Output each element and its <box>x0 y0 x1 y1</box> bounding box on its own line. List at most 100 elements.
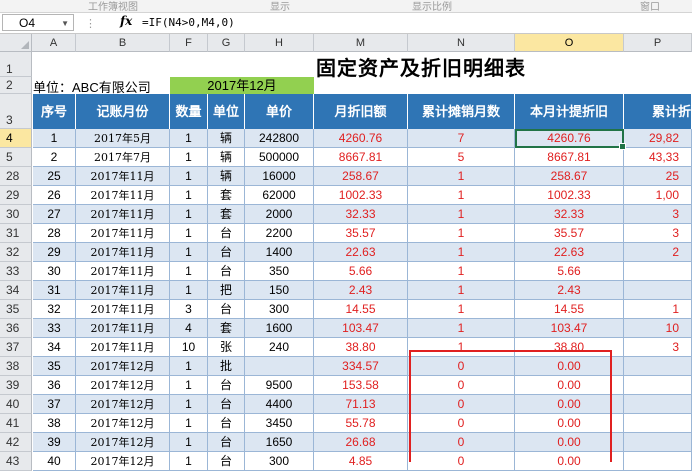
cell-unit[interactable]: 台 <box>208 243 245 262</box>
cell-seq[interactable]: 28 <box>33 224 76 243</box>
column-header-h[interactable]: H <box>245 34 314 52</box>
cell-accum-dep[interactable]: 3 <box>624 224 692 243</box>
cell-seq[interactable]: 25 <box>33 167 76 186</box>
cell-unit[interactable]: 台 <box>208 414 245 433</box>
column-header-m[interactable]: M <box>314 34 408 52</box>
cell-accum-dep[interactable] <box>624 357 692 376</box>
cell-book-month[interactable]: 2017年12月 <box>76 357 170 376</box>
row-header-28[interactable]: 28 <box>0 167 32 186</box>
cell-unit[interactable]: 辆 <box>208 167 245 186</box>
cell-accum-months[interactable]: 1 <box>408 319 515 338</box>
cell-accum-dep[interactable]: 29,82 <box>624 129 692 148</box>
row-header-1[interactable]: 1 <box>0 52 32 77</box>
cell-accum-months[interactable]: 5 <box>408 148 515 167</box>
cell-unit[interactable]: 台 <box>208 433 245 452</box>
cell-book-month[interactable]: 2017年11月 <box>76 167 170 186</box>
cell-price[interactable]: 300 <box>245 300 314 319</box>
row-header-31[interactable]: 31 <box>0 224 32 243</box>
header-book-month[interactable]: 记账月份 <box>76 94 170 129</box>
cell-current-dep[interactable]: 22.63 <box>515 243 624 262</box>
cell-current-dep[interactable]: 32.33 <box>515 205 624 224</box>
row-header-38[interactable]: 38 <box>0 357 32 376</box>
row-header-2[interactable]: 2 <box>0 77 32 94</box>
cell-qty[interactable]: 1 <box>170 414 208 433</box>
cell-price[interactable]: 62000 <box>245 186 314 205</box>
cell-accum-dep[interactable] <box>624 433 692 452</box>
cell-current-dep[interactable]: 258.67 <box>515 167 624 186</box>
cell-qty[interactable]: 1 <box>170 395 208 414</box>
cell-unit[interactable]: 台 <box>208 262 245 281</box>
cell-seq[interactable]: 2 <box>33 148 76 167</box>
cell-price[interactable]: 1650 <box>245 433 314 452</box>
cell-accum-dep[interactable]: 10 <box>624 319 692 338</box>
cell-unit[interactable]: 套 <box>208 186 245 205</box>
cell-unit[interactable]: 张 <box>208 338 245 357</box>
row-header-37[interactable]: 37 <box>0 338 32 357</box>
column-header-g[interactable]: G <box>208 34 245 52</box>
cell-book-month[interactable]: 2017年11月 <box>76 319 170 338</box>
row-header-4[interactable]: 4 <box>0 129 32 148</box>
cell-qty[interactable]: 1 <box>170 167 208 186</box>
header-qty[interactable]: 数量 <box>170 94 208 129</box>
row-header-39[interactable]: 39 <box>0 376 32 395</box>
cell-current-dep[interactable]: 1002.33 <box>515 186 624 205</box>
cell-qty[interactable]: 1 <box>170 205 208 224</box>
cell-accum-dep[interactable]: 1 <box>624 300 692 319</box>
cell-current-dep[interactable]: 35.57 <box>515 224 624 243</box>
cell-price[interactable]: 350 <box>245 262 314 281</box>
cell-price[interactable]: 1600 <box>245 319 314 338</box>
column-header-f[interactable]: F <box>170 34 208 52</box>
column-header-p[interactable]: P <box>624 34 692 52</box>
cell-qty[interactable]: 1 <box>170 262 208 281</box>
row-header-29[interactable]: 29 <box>0 186 32 205</box>
cell-accum-dep[interactable] <box>624 262 692 281</box>
column-header-o[interactable]: O <box>515 34 624 52</box>
cell-qty[interactable]: 1 <box>170 281 208 300</box>
cell-seq[interactable]: 26 <box>33 186 76 205</box>
cell-seq[interactable]: 38 <box>33 414 76 433</box>
row-header-5[interactable]: 5 <box>0 148 32 167</box>
cell-book-month[interactable]: 2017年7月 <box>76 148 170 167</box>
cell-monthly-dep[interactable]: 1002.33 <box>314 186 408 205</box>
cell-book-month[interactable]: 2017年11月 <box>76 243 170 262</box>
cell-accum-dep[interactable]: 1,00 <box>624 186 692 205</box>
cell-monthly-dep[interactable]: 334.57 <box>314 357 408 376</box>
cell-seq[interactable]: 29 <box>33 243 76 262</box>
cell-accum-dep[interactable] <box>624 281 692 300</box>
cell-book-month[interactable]: 2017年11月 <box>76 224 170 243</box>
cell-unit[interactable]: 批 <box>208 357 245 376</box>
cell-accum-months[interactable]: 1 <box>408 281 515 300</box>
cell-accum-dep[interactable]: 2 <box>624 243 692 262</box>
row-header-30[interactable]: 30 <box>0 205 32 224</box>
cell-book-month[interactable]: 2017年12月 <box>76 414 170 433</box>
cell-seq[interactable]: 34 <box>33 338 76 357</box>
cell-qty[interactable]: 1 <box>170 357 208 376</box>
cell-monthly-dep[interactable]: 153.58 <box>314 376 408 395</box>
row-header-42[interactable]: 42 <box>0 433 32 452</box>
cell-unit[interactable]: 辆 <box>208 148 245 167</box>
cell-accum-dep[interactable] <box>624 395 692 414</box>
cell-book-month[interactable]: 2017年11月 <box>76 205 170 224</box>
cell-accum-months[interactable]: 1 <box>408 224 515 243</box>
cell-book-month[interactable]: 2017年11月 <box>76 300 170 319</box>
cell-seq[interactable]: 1 <box>33 129 76 148</box>
ribbon-group-zoom[interactable]: 显示比例 <box>412 0 452 13</box>
cell-price[interactable]: 3450 <box>245 414 314 433</box>
cell-book-month[interactable]: 2017年5月 <box>76 129 170 148</box>
header-seq[interactable]: 序号 <box>33 94 76 129</box>
header-current-dep[interactable]: 本月计提折旧 <box>515 94 624 129</box>
cell-book-month[interactable]: 2017年12月 <box>76 376 170 395</box>
cell-accum-months[interactable]: 1 <box>408 186 515 205</box>
cell-accum-dep[interactable] <box>624 376 692 395</box>
cell-qty[interactable]: 1 <box>170 186 208 205</box>
column-header-a[interactable]: A <box>32 34 76 52</box>
row-header-32[interactable]: 32 <box>0 243 32 262</box>
cell-accum-months[interactable]: 1 <box>408 205 515 224</box>
chevron-down-icon[interactable]: ▼ <box>61 15 69 32</box>
cell-accum-months[interactable]: 1 <box>408 300 515 319</box>
row-header-40[interactable]: 40 <box>0 395 32 414</box>
cell-accum-months[interactable]: 1 <box>408 167 515 186</box>
cell-monthly-dep[interactable]: 2.43 <box>314 281 408 300</box>
cell-book-month[interactable]: 2017年11月 <box>76 186 170 205</box>
cell-price[interactable]: 1400 <box>245 243 314 262</box>
